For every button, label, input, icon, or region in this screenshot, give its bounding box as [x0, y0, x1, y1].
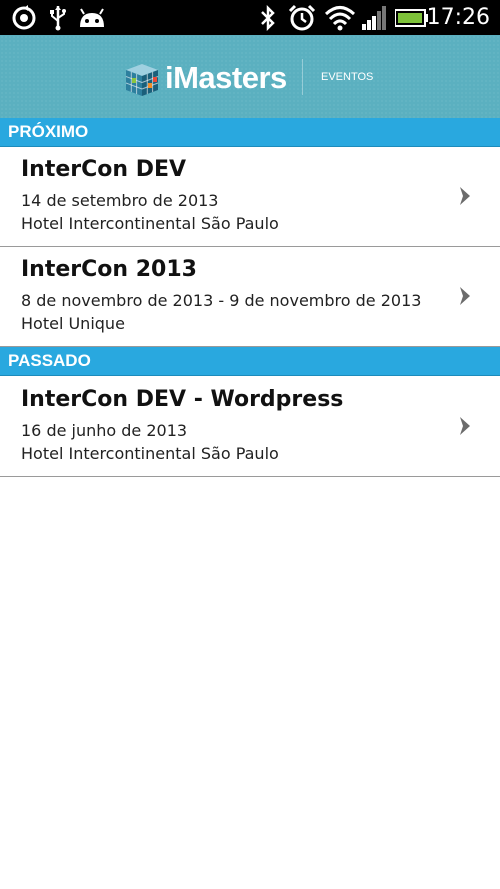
chevron-right-icon [458, 415, 472, 437]
event-date: 8 de novembro de 2013 - 9 de novembro de… [21, 291, 422, 310]
status-bar: 17:26 [0, 0, 500, 35]
event-title: InterCon 2013 [21, 257, 197, 282]
wifi-icon [324, 5, 356, 30]
event-title: InterCon DEV [21, 157, 187, 182]
app-header: iMasters EVENTOS [0, 35, 500, 118]
imasters-cube-icon [122, 60, 162, 98]
event-item-intercon-2013[interactable]: InterCon 2013 8 de novembro de 2013 - 9 … [0, 247, 500, 347]
event-place: Hotel Intercontinental São Paulo [21, 444, 279, 463]
battery-icon [395, 5, 429, 30]
event-title: InterCon DEV - Wordpress [21, 387, 344, 412]
event-place: Hotel Unique [21, 314, 125, 333]
event-place: Hotel Intercontinental São Paulo [21, 214, 279, 233]
android-icon [78, 5, 106, 30]
event-date: 16 de junho de 2013 [21, 421, 188, 440]
section-header-upcoming: PRÓXIMO [0, 118, 500, 147]
signal-icon [362, 5, 388, 30]
alarm-icon [288, 4, 316, 30]
section-label: PRÓXIMO [8, 122, 89, 141]
status-time: 17:26 [426, 5, 490, 30]
header-divider [302, 59, 303, 95]
chevron-right-icon [458, 185, 472, 207]
imasters-logo: iMasters [165, 60, 287, 95]
section-header-past: PASSADO [0, 347, 500, 376]
event-item-intercon-dev-wordpress[interactable]: InterCon DEV - Wordpress 16 de junho de … [0, 377, 500, 477]
section-label: PASSADO [8, 351, 91, 370]
chevron-right-icon [458, 285, 472, 307]
usb-icon [47, 5, 69, 30]
sync-icon [10, 4, 38, 30]
header-section-label: EVENTOS [321, 71, 374, 83]
event-date: 14 de setembro de 2013 [21, 191, 219, 210]
event-item-intercon-dev[interactable]: InterCon DEV 14 de setembro de 2013 Hote… [0, 147, 500, 247]
bluetooth-icon [258, 4, 278, 31]
